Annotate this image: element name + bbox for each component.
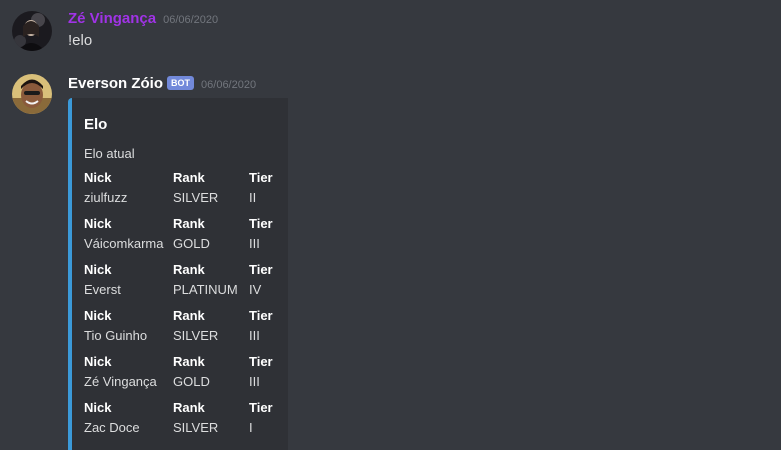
embed-field-rank: Rank SILVER [173,400,218,436]
field-value: Váicomkarma [84,236,164,251]
field-value: GOLD [173,374,210,389]
field-value: III [249,236,260,251]
field-value: Everst [84,282,121,297]
embed-field-row: Nick Váicomkarma Rank GOLD Tier III [84,216,294,256]
bot-tag: BOT [167,76,195,90]
embed-field-nick: Nick Zac Doce [84,400,140,436]
field-name: Tier [249,400,273,415]
embed-field-nick: Nick Zé Vingança [84,354,157,390]
field-value: I [249,420,253,435]
field-value: SILVER [173,420,219,435]
embed-field-rank: Rank SILVER [173,308,218,344]
field-value: PLATINUM [173,282,238,297]
field-value: GOLD [173,236,210,251]
embed-field-row: Nick Tio Guinho Rank SILVER Tier III [84,308,294,348]
field-value: II [249,190,257,205]
bot-avatar-icon[interactable] [12,74,52,114]
field-name: Rank [173,400,205,415]
field-name: Tier [249,216,273,231]
embed-field-tier: Tier IV [249,262,273,298]
embed-title: Elo [84,116,108,133]
field-name: Nick [84,400,112,415]
embed-description: Elo atual [84,146,135,161]
field-value: SILVER [173,328,219,343]
embed-field-tier: Tier III [249,354,273,390]
field-name: Rank [173,262,205,277]
field-name: Nick [84,216,112,231]
field-name: Nick [84,262,112,277]
field-name: Rank [173,170,205,185]
embed-field-rank: Rank PLATINUM [173,262,238,298]
username[interactable]: Everson Zóio [68,75,163,92]
field-name: Nick [84,170,112,185]
message-content: !elo [68,32,93,49]
field-name: Nick [84,354,112,369]
embed-field-nick: Nick ziulfuzz [84,170,127,206]
embed-field-row: Nick Everst Rank PLATINUM Tier IV [84,262,294,302]
username[interactable]: Zé Vingança [68,10,156,27]
field-name: Rank [173,354,205,369]
embed-field-nick: Nick Everst [84,262,121,298]
embed: Elo Elo atual Nick ziulfuzz Rank SILVER … [68,98,288,450]
message-header: Zé Vingança 06/06/2020 [68,9,218,27]
embed-field-tier: Tier III [249,216,273,252]
embed-field-row: Nick Zé Vingança Rank GOLD Tier III [84,354,294,394]
field-value: ziulfuzz [84,190,128,205]
message-item: Zé Vingança 06/06/2020 !elo [0,0,781,64]
embed-field-nick: Nick Tio Guinho [84,308,147,344]
field-name: Tier [249,170,273,185]
embed-field-rank: Rank SILVER [173,170,218,206]
timestamp: 06/06/2020 [201,79,257,91]
embed-field-rank: Rank GOLD [173,354,210,390]
message-header: Everson Zóio BOT 06/06/2020 [68,74,256,92]
field-value: IV [249,282,262,297]
field-value: Zé Vingança [84,374,157,389]
user-avatar-icon[interactable] [12,11,52,51]
embed-field-rank: Rank GOLD [173,216,210,252]
timestamp: 06/06/2020 [163,14,219,26]
field-value: III [249,374,260,389]
embed-field-tier: Tier II [249,170,273,206]
field-value: Tio Guinho [84,328,148,343]
field-value: SILVER [173,190,219,205]
embed-field-nick: Nick Váicomkarma [84,216,163,252]
field-name: Tier [249,308,273,323]
field-name: Nick [84,308,112,323]
embed-field-row: Nick Zac Doce Rank SILVER Tier I [84,400,294,440]
embed-field-tier: Tier III [249,308,273,344]
embed-field-row: Nick ziulfuzz Rank SILVER Tier II [84,170,294,210]
field-name: Tier [249,354,273,369]
field-name: Tier [249,262,273,277]
embed-field-tier: Tier I [249,400,273,436]
chat-messages: Zé Vingança 06/06/2020 !elo Everson Zóio B… [0,0,781,450]
field-value: Zac Doce [84,420,140,435]
message-item: Everson Zóio BOT 06/06/2020 Elo Elo atual … [0,64,781,450]
field-value: III [249,328,260,343]
field-name: Rank [173,216,205,231]
field-name: Rank [173,308,205,323]
